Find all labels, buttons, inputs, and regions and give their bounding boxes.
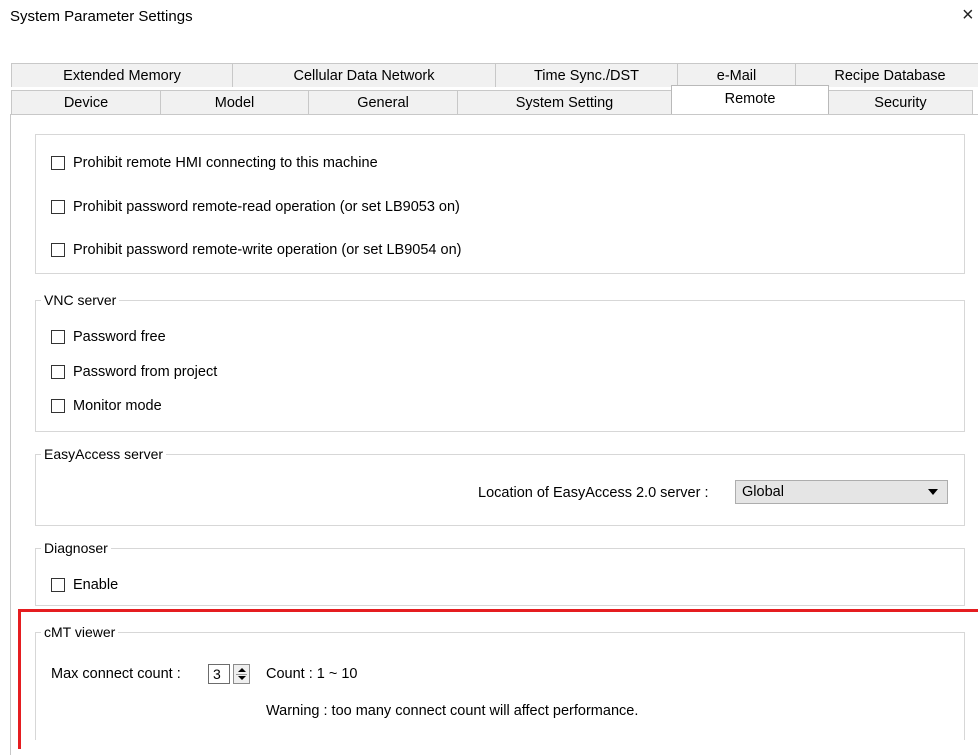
tab-remote[interactable]: Remote (671, 85, 829, 114)
password-from-project-checkbox[interactable]: Password from project (51, 364, 217, 380)
checkbox-box[interactable] (51, 243, 65, 257)
monitor-mode-label: Monitor mode (73, 398, 162, 414)
checkbox-box[interactable] (51, 156, 65, 170)
window-title: System Parameter Settings (10, 8, 193, 25)
tab-security[interactable]: Security (828, 90, 973, 114)
checkbox-box[interactable] (51, 330, 65, 344)
tab-time-sync-dst[interactable]: Time Sync./DST (495, 63, 678, 87)
diagnoser-enable-label: Enable (73, 577, 119, 593)
checkbox-box[interactable] (51, 200, 65, 214)
prohibit-password-write-label: Prohibit password remote-write operation… (73, 242, 462, 258)
tab-device[interactable]: Device (11, 90, 161, 114)
spin-down-icon[interactable] (238, 676, 246, 680)
diagnoser-group: Diagnoser (35, 540, 965, 606)
tab-general[interactable]: General (308, 90, 458, 114)
vnc-server-group: VNC server (35, 292, 965, 432)
prohibit-remote-hmi-checkbox[interactable]: Prohibit remote HMI connecting to this m… (51, 155, 378, 171)
tab-system-setting[interactable]: System Setting (457, 90, 672, 114)
cmt-viewer-legend: cMT viewer (44, 624, 116, 640)
easyaccess-location-label: Location of EasyAccess 2.0 server : (478, 485, 709, 501)
checkbox-box[interactable] (51, 578, 65, 592)
tab-model[interactable]: Model (160, 90, 309, 114)
diagnoser-enable-checkbox[interactable]: Enable (51, 577, 118, 593)
spin-up-icon[interactable] (238, 668, 246, 672)
prohibit-password-read-label: Prohibit password remote-read operation … (73, 199, 460, 215)
dropdown-arrow-icon[interactable] (928, 489, 938, 495)
tab-row-upper: Extended Memory Cellular Data Network Ti… (11, 63, 978, 87)
close-icon[interactable]: × (962, 4, 974, 27)
vnc-server-legend: VNC server (44, 292, 117, 308)
tab-email[interactable]: e-Mail (677, 63, 796, 87)
count-range-text: Count : 1 ~ 10 (266, 666, 358, 682)
prohibit-remote-hmi-label: Prohibit remote HMI connecting to this m… (73, 155, 378, 171)
tab-cellular-data-network[interactable]: Cellular Data Network (232, 63, 496, 87)
max-connect-count-label: Max connect count : (51, 666, 181, 682)
monitor-mode-checkbox[interactable]: Monitor mode (51, 398, 162, 414)
spinner-divider (236, 674, 247, 675)
performance-warning-text: Warning : too many connect count will af… (266, 703, 639, 719)
checkbox-box[interactable] (51, 399, 65, 413)
easyaccess-server-legend: EasyAccess server (44, 446, 164, 462)
max-connect-count-input[interactable]: 3 (208, 664, 230, 684)
prohibit-password-write-checkbox[interactable]: Prohibit password remote-write operation… (51, 242, 461, 258)
password-from-project-label: Password from project (73, 364, 218, 380)
checkbox-box[interactable] (51, 365, 65, 379)
tab-extended-memory[interactable]: Extended Memory (11, 63, 233, 87)
password-free-label: Password free (73, 329, 166, 345)
prohibit-password-read-checkbox[interactable]: Prohibit password remote-read operation … (51, 199, 460, 215)
diagnoser-legend: Diagnoser (44, 540, 108, 556)
max-connect-count-spinner[interactable] (233, 664, 250, 684)
tab-recipe-database[interactable]: Recipe Database (795, 63, 978, 87)
easyaccess-location-select[interactable]: Global (735, 480, 948, 504)
password-free-checkbox[interactable]: Password free (51, 329, 166, 345)
tab-row-lower: Device Model General System Setting Remo… (11, 85, 973, 114)
cmt-viewer-group: cMT viewer (35, 624, 965, 740)
easyaccess-location-value: Global (742, 484, 784, 500)
